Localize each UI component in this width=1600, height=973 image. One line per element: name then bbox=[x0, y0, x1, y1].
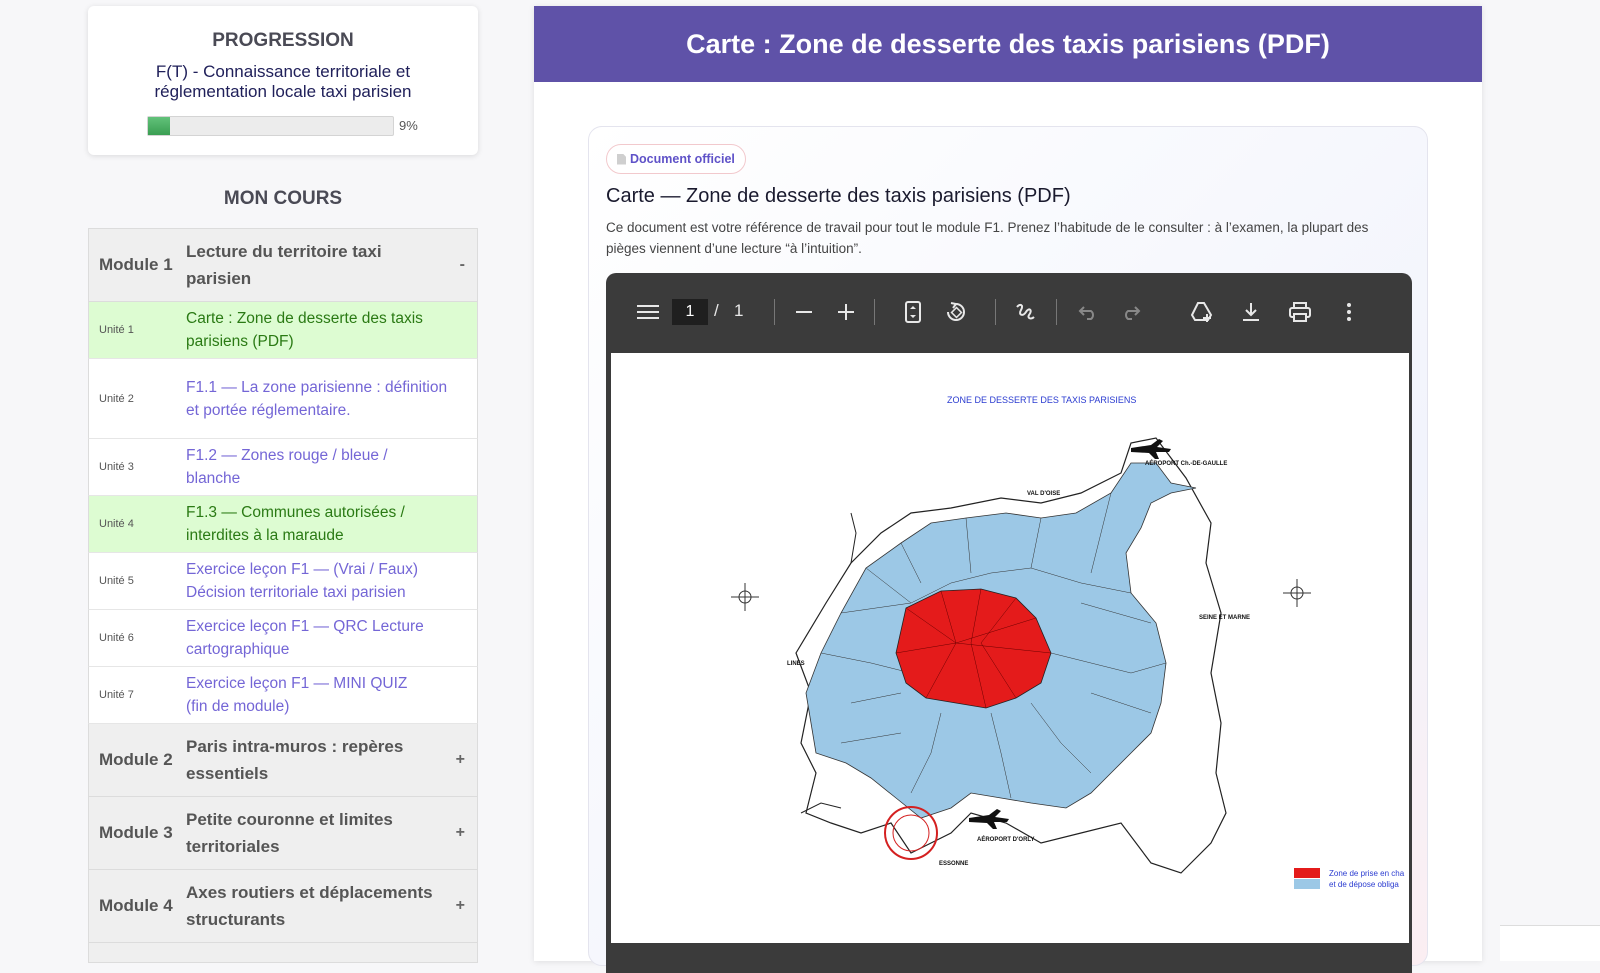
badge-label: Document officiel bbox=[630, 152, 735, 166]
unit-number: Unité 4 bbox=[99, 518, 134, 530]
page-separator: / bbox=[714, 301, 719, 320]
progress-bar bbox=[147, 116, 394, 136]
unit-link[interactable]: F1.1 — La zone parisienne : définition e… bbox=[186, 371, 456, 427]
rotate-icon[interactable] bbox=[944, 300, 968, 324]
fit-page-icon[interactable] bbox=[901, 300, 925, 324]
module-name: Paris intra-muros : repères essentiels bbox=[186, 737, 404, 783]
module-header-1[interactable]: Module 1 Lecture du territoire taxi pari… bbox=[88, 229, 478, 302]
document-title: Carte — Zone de desserte des taxis paris… bbox=[606, 185, 1071, 207]
pdf-viewer[interactable]: 1 / 1 ZONE DE DESSERTE DES TAXIS PARISIE… bbox=[606, 273, 1412, 973]
unit-link[interactable]: Carte : Zone de desserte des taxis paris… bbox=[186, 302, 456, 358]
draw-icon[interactable] bbox=[1013, 300, 1037, 324]
module-name: Axes routiers et déplacements structuran… bbox=[186, 883, 433, 929]
unit-number: Unité 5 bbox=[99, 575, 134, 587]
progress-card: PROGRESSION F(T) - Connaissance territor… bbox=[88, 6, 478, 155]
module-number: Module 2 bbox=[99, 750, 173, 769]
expand-toggle-icon[interactable]: + bbox=[456, 824, 465, 842]
map-label-orly: AÉROPORT D'ORLY bbox=[977, 837, 1035, 843]
module-header-5[interactable] bbox=[88, 943, 478, 963]
download-icon[interactable] bbox=[1239, 300, 1263, 324]
module-header-3[interactable]: Module 3 Petite couronne et limites terr… bbox=[88, 797, 478, 870]
save-to-drive-icon[interactable] bbox=[1190, 300, 1214, 324]
unit-number: Unité 2 bbox=[99, 392, 134, 405]
module-number: Module 4 bbox=[99, 896, 173, 915]
map-label-seine-marne: SEINE ET MARNE bbox=[1199, 615, 1251, 621]
unit-link[interactable]: Exercice leçon F1 — QRC Lecture cartogra… bbox=[186, 610, 456, 666]
page-number-input[interactable]: 1 bbox=[672, 299, 708, 325]
page-title: Carte : Zone de desserte des taxis paris… bbox=[534, 6, 1482, 82]
module-name: Petite couronne et limites territoriales bbox=[186, 810, 393, 856]
page-total: 1 bbox=[734, 301, 744, 320]
legend-red-swatch bbox=[1294, 868, 1320, 878]
unit-link[interactable]: Exercice leçon F1 — (Vrai / Faux) Décisi… bbox=[186, 553, 456, 609]
map-label-cdg: AÉROPORT Ch.-DE-GAULLE bbox=[1145, 461, 1228, 467]
main-panel: Carte : Zone de desserte des taxis paris… bbox=[534, 6, 1482, 973]
module-header-4[interactable]: Module 4 Axes routiers et déplacements s… bbox=[88, 870, 478, 943]
toolbar-divider bbox=[874, 299, 875, 325]
legend-blue-swatch bbox=[1294, 879, 1320, 889]
unit-link[interactable]: Exercice leçon F1 — MINI QUIZ (fin de mo… bbox=[186, 667, 416, 723]
unit-link[interactable]: F1.2 — Zones rouge / bleue / blanche bbox=[186, 439, 406, 495]
menu-icon[interactable] bbox=[636, 300, 660, 324]
pdf-toolbar: 1 / 1 bbox=[606, 273, 1412, 351]
progress-course-title: F(T) - Connaissance territoriale et régl… bbox=[154, 62, 412, 101]
map-label-yvelines: LINES bbox=[787, 661, 805, 667]
module-header-2[interactable]: Module 2 Paris intra-muros : repères ess… bbox=[88, 724, 478, 797]
unit-number: Unité 6 bbox=[99, 632, 134, 644]
progress-heading: PROGRESSION bbox=[212, 30, 354, 51]
unit-item[interactable]: Unité 6 Exercice leçon F1 — QRC Lecture … bbox=[88, 610, 478, 667]
file-icon bbox=[617, 153, 626, 165]
unit-item[interactable]: Unité 4 F1.3 — Communes autorisées / int… bbox=[88, 496, 478, 553]
unit-number: Unité 7 bbox=[99, 689, 134, 701]
module-name: Lecture du territoire taxi parisien bbox=[186, 242, 382, 288]
toolbar-divider bbox=[995, 299, 996, 325]
more-options-icon[interactable] bbox=[1337, 300, 1361, 324]
pdf-page: ZONE DE DESSERTE DES TAXIS PARISIENS AÉR… bbox=[611, 353, 1409, 943]
expand-toggle-icon[interactable]: + bbox=[456, 751, 465, 769]
print-icon[interactable] bbox=[1288, 300, 1312, 324]
map-legend: Zone de prise en cha et de dépose obliga bbox=[1329, 868, 1404, 890]
unit-item[interactable]: Unité 7 Exercice leçon F1 — MINI QUIZ (f… bbox=[88, 667, 478, 724]
taxi-zone-map bbox=[731, 437, 1311, 874]
map-label-essonne: ESSONNE bbox=[939, 861, 969, 867]
official-document-badge: Document officiel bbox=[606, 144, 746, 174]
department-boundary bbox=[850, 512, 857, 564]
undo-icon[interactable] bbox=[1076, 300, 1100, 324]
toolbar-divider bbox=[774, 299, 775, 325]
unit-item[interactable]: Unité 1 Carte : Zone de desserte des tax… bbox=[88, 302, 478, 359]
unit-number: Unité 1 bbox=[99, 324, 134, 336]
module-number: Module 3 bbox=[99, 823, 173, 842]
unit-link[interactable]: F1.3 — Communes autorisées / interdites … bbox=[186, 496, 456, 552]
legend-line-2: et de dépose obliga bbox=[1329, 880, 1399, 889]
collapse-toggle-icon[interactable]: - bbox=[460, 256, 465, 274]
module-number: Module 1 bbox=[99, 255, 173, 274]
progress-percent: 9% bbox=[399, 118, 418, 133]
course-heading: MON COURS bbox=[223, 188, 343, 209]
course-list: Module 1 Lecture du territoire taxi pari… bbox=[88, 228, 478, 963]
toolbar-divider bbox=[1056, 299, 1057, 325]
document-description: Ce document est votre référence de trava… bbox=[606, 220, 1369, 256]
map-label-val-oise: VAL D'OISE bbox=[1027, 491, 1061, 497]
redo-icon[interactable] bbox=[1119, 300, 1143, 324]
zoom-out-icon[interactable] bbox=[792, 300, 816, 324]
unit-item[interactable]: Unité 5 Exercice leçon F1 — (Vrai / Faux… bbox=[88, 553, 478, 610]
page-corner bbox=[1500, 925, 1600, 961]
progress-bar-fill bbox=[148, 117, 171, 135]
unit-number: Unité 3 bbox=[99, 461, 134, 473]
unit-item[interactable]: Unité 3 F1.2 — Zones rouge / bleue / bla… bbox=[88, 439, 478, 496]
zoom-in-icon[interactable] bbox=[834, 300, 858, 324]
legend-line-1: Zone de prise en cha bbox=[1329, 869, 1405, 878]
document-card: Document officiel Carte — Zone de desser… bbox=[588, 126, 1428, 973]
unit-item[interactable]: Unité 2 F1.1 — La zone parisienne : défi… bbox=[88, 359, 478, 439]
expand-toggle-icon[interactable]: + bbox=[456, 897, 465, 915]
